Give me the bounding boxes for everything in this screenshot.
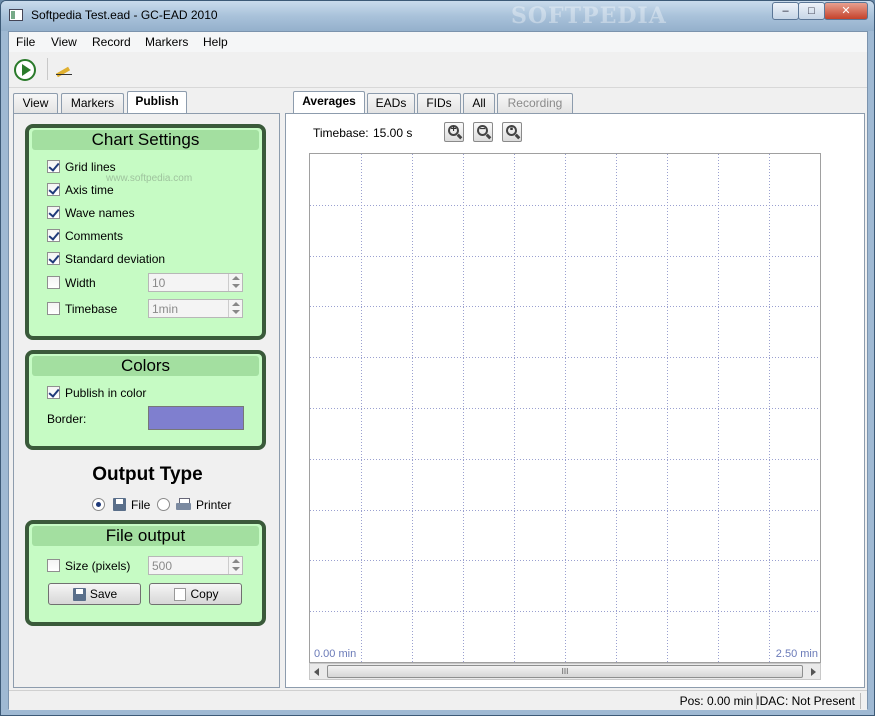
- width-label: Width: [65, 276, 96, 290]
- comments-checkbox[interactable]: [47, 229, 60, 242]
- chart-settings-title: Chart Settings: [32, 130, 259, 150]
- floppy-icon: [113, 498, 126, 511]
- panel-watermark: www.softpedia.com: [106, 173, 193, 184]
- zoom-in-button[interactable]: +: [444, 122, 464, 142]
- comments-label: Comments: [65, 229, 124, 243]
- tab-recording: Recording: [497, 93, 573, 113]
- publish-in-color-checkbox[interactable]: [47, 386, 60, 399]
- status-position: Pos: 0.00 min: [679, 694, 753, 708]
- window-controls: – □ ✕: [772, 2, 868, 20]
- zoom-fit-button[interactable]: ▪: [502, 122, 522, 142]
- minimize-button[interactable]: –: [772, 2, 799, 20]
- border-color-label: Border:: [47, 412, 87, 426]
- output-type-title: Output Type: [92, 464, 203, 485]
- window-title: Softpedia Test.ead - GC-EAD 2010: [31, 8, 218, 22]
- grid-lines-checkbox[interactable]: [47, 160, 60, 173]
- scroll-left-icon[interactable]: [314, 668, 319, 676]
- width-stepper[interactable]: 10: [148, 273, 243, 292]
- timebase-readout: 15.00 s: [373, 126, 413, 140]
- save-icon: [73, 588, 86, 601]
- tab-markers[interactable]: Markers: [61, 93, 124, 113]
- zoom-out-button[interactable]: −: [473, 122, 493, 142]
- axis-end-label: 2.50 min: [775, 648, 818, 660]
- publish-panel: Chart Settings www.softpedia.com Grid li…: [13, 113, 280, 688]
- scroll-right-icon[interactable]: [811, 668, 816, 676]
- app-icon[interactable]: [9, 9, 23, 21]
- printer-radio[interactable]: [157, 498, 170, 511]
- colors-group: Colors Publish in color Border:: [25, 350, 266, 450]
- wave-names-checkbox[interactable]: [47, 206, 60, 219]
- size-stepper[interactable]: 500: [148, 556, 243, 575]
- file-radio-label[interactable]: File: [131, 498, 150, 512]
- chart-panel: Timebase: 15.00 s + − ▪ 0.00 min 2.50 mi: [285, 113, 865, 688]
- printer-radio-label[interactable]: Printer: [196, 498, 231, 512]
- file-output-group: File output Size (pixels) 500 Save Copy: [25, 520, 266, 626]
- timebase-checkbox[interactable]: [47, 302, 60, 315]
- printer-icon: [176, 498, 191, 510]
- file-radio[interactable]: [92, 498, 105, 511]
- width-value: 10: [152, 276, 166, 290]
- menu-bar: File View Record Markers Help: [9, 32, 867, 52]
- chart-plot-area[interactable]: 0.00 min 2.50 min: [309, 153, 821, 663]
- standard-deviation-checkbox[interactable]: [47, 252, 60, 265]
- tab-eads[interactable]: EADs: [367, 93, 415, 113]
- timebase-stepper[interactable]: 1min: [148, 299, 243, 318]
- tab-fids[interactable]: FIDs: [417, 93, 461, 113]
- tab-all[interactable]: All: [463, 93, 495, 113]
- menu-markers[interactable]: Markers: [145, 35, 188, 49]
- colors-title: Colors: [32, 356, 259, 376]
- timebase-stepper-value: 1min: [152, 302, 179, 316]
- chart-grid: [310, 154, 820, 662]
- chart-settings-group: Chart Settings www.softpedia.com Grid li…: [25, 124, 266, 340]
- size-checkbox[interactable]: [47, 559, 60, 572]
- status-idac: IDAC: Not Present: [756, 694, 855, 708]
- tab-publish[interactable]: Publish: [127, 91, 187, 113]
- copy-icon: [174, 588, 186, 601]
- timebase-label: Timebase: [65, 302, 118, 316]
- width-checkbox[interactable]: [47, 276, 60, 289]
- start-recording-button[interactable]: [12, 57, 38, 83]
- size-label: Size (pixels): [65, 559, 131, 573]
- tab-view[interactable]: View: [13, 93, 58, 113]
- size-value: 500: [152, 559, 173, 573]
- app-window: Softpedia Test.ead - GC-EAD 2010 SOFTPED…: [0, 0, 875, 716]
- file-output-title: File output: [32, 526, 259, 546]
- copy-button[interactable]: Copy: [149, 583, 242, 605]
- title-bar[interactable]: Softpedia Test.ead - GC-EAD 2010 SOFTPED…: [1, 1, 874, 31]
- play-icon: [14, 59, 36, 81]
- menu-help[interactable]: Help: [203, 35, 228, 49]
- size-stepper-arrows[interactable]: [228, 557, 242, 574]
- close-button[interactable]: ✕: [824, 2, 868, 20]
- edit-button[interactable]: [52, 57, 78, 83]
- toolbar: [9, 52, 867, 88]
- menu-record[interactable]: Record: [92, 35, 131, 49]
- save-button[interactable]: Save: [48, 583, 141, 605]
- client-area: File View Record Markers Help View Marke…: [8, 31, 868, 710]
- width-stepper-arrows[interactable]: [228, 274, 242, 291]
- status-bar: Pos: 0.00 min IDAC: Not Present: [9, 690, 867, 710]
- pencil-icon: [56, 63, 72, 75]
- timebase-caption: Timebase:: [313, 126, 369, 140]
- tab-averages[interactable]: Averages: [293, 91, 365, 113]
- wave-names-label: Wave names: [65, 206, 135, 220]
- standard-deviation-label: Standard deviation: [65, 252, 166, 266]
- axis-time-checkbox[interactable]: [47, 183, 60, 196]
- axis-time-label: Axis time: [65, 183, 114, 197]
- grid-lines-label: Grid lines: [65, 160, 116, 174]
- border-color-swatch[interactable]: [148, 406, 244, 430]
- timebase-stepper-arrows[interactable]: [228, 300, 242, 317]
- title-watermark: SOFTPEDIA: [511, 3, 667, 29]
- scroll-thumb[interactable]: III: [327, 665, 803, 678]
- publish-in-color-label: Publish in color: [65, 386, 147, 400]
- horizontal-scrollbar[interactable]: III: [309, 663, 821, 680]
- toolbar-separator: [47, 58, 48, 80]
- menu-file[interactable]: File: [16, 35, 35, 49]
- maximize-button[interactable]: □: [798, 2, 825, 20]
- menu-view[interactable]: View: [51, 35, 77, 49]
- axis-start-label: 0.00 min: [314, 648, 357, 660]
